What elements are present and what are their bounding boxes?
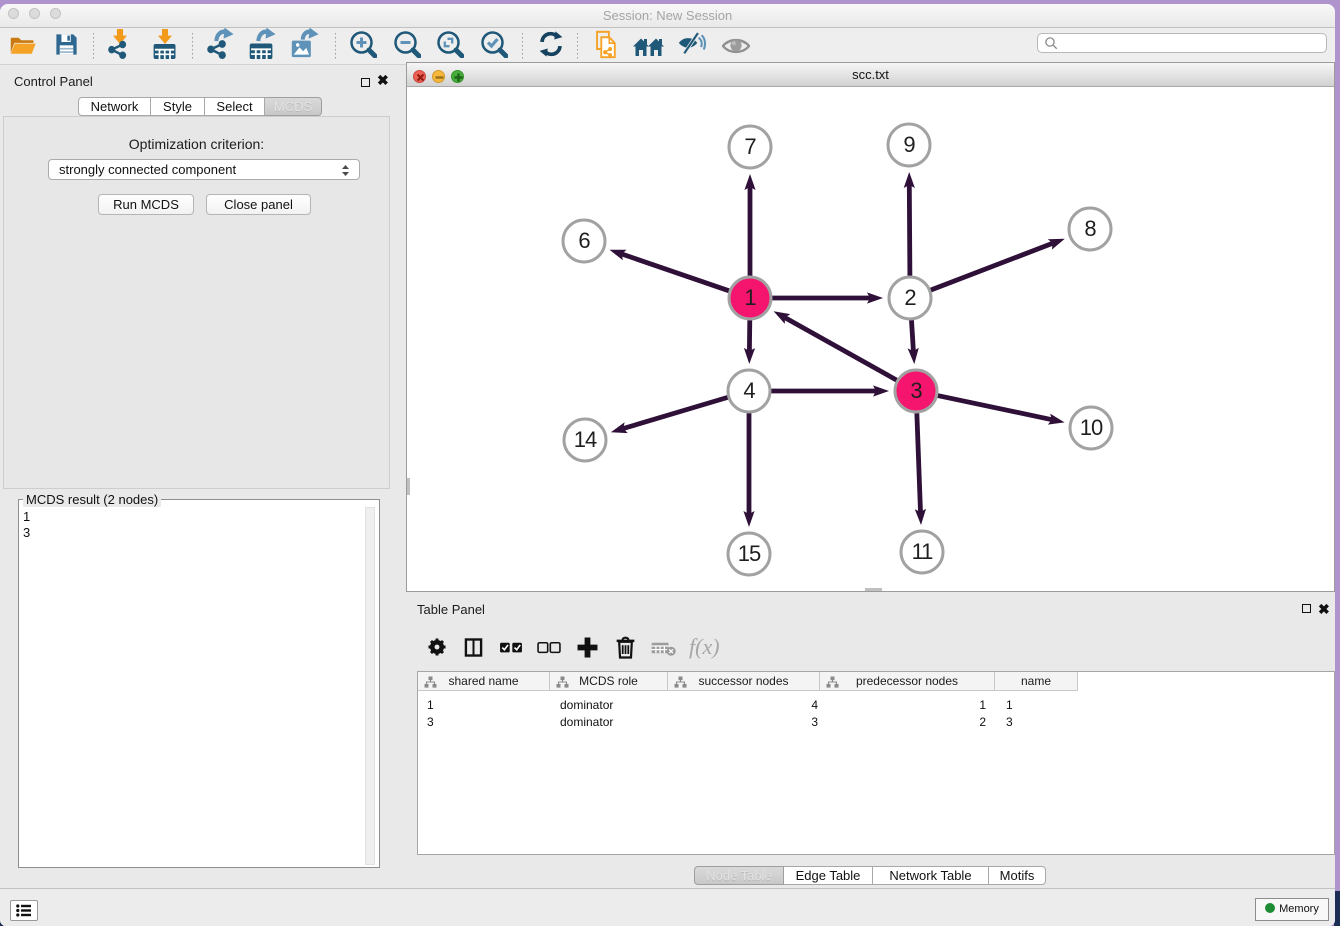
svg-text:14: 14 <box>574 427 597 452</box>
svg-text:10: 10 <box>1080 415 1103 440</box>
svg-text:2: 2 <box>904 285 916 310</box>
svg-text:1: 1 <box>744 285 756 310</box>
svg-text:11: 11 <box>912 539 934 564</box>
svg-text:6: 6 <box>578 228 590 253</box>
svg-text:3: 3 <box>910 378 922 403</box>
svg-text:15: 15 <box>738 541 761 566</box>
svg-text:7: 7 <box>744 134 756 159</box>
svg-text:4: 4 <box>743 378 755 403</box>
svg-text:8: 8 <box>1084 216 1096 241</box>
svg-text:9: 9 <box>903 132 915 157</box>
